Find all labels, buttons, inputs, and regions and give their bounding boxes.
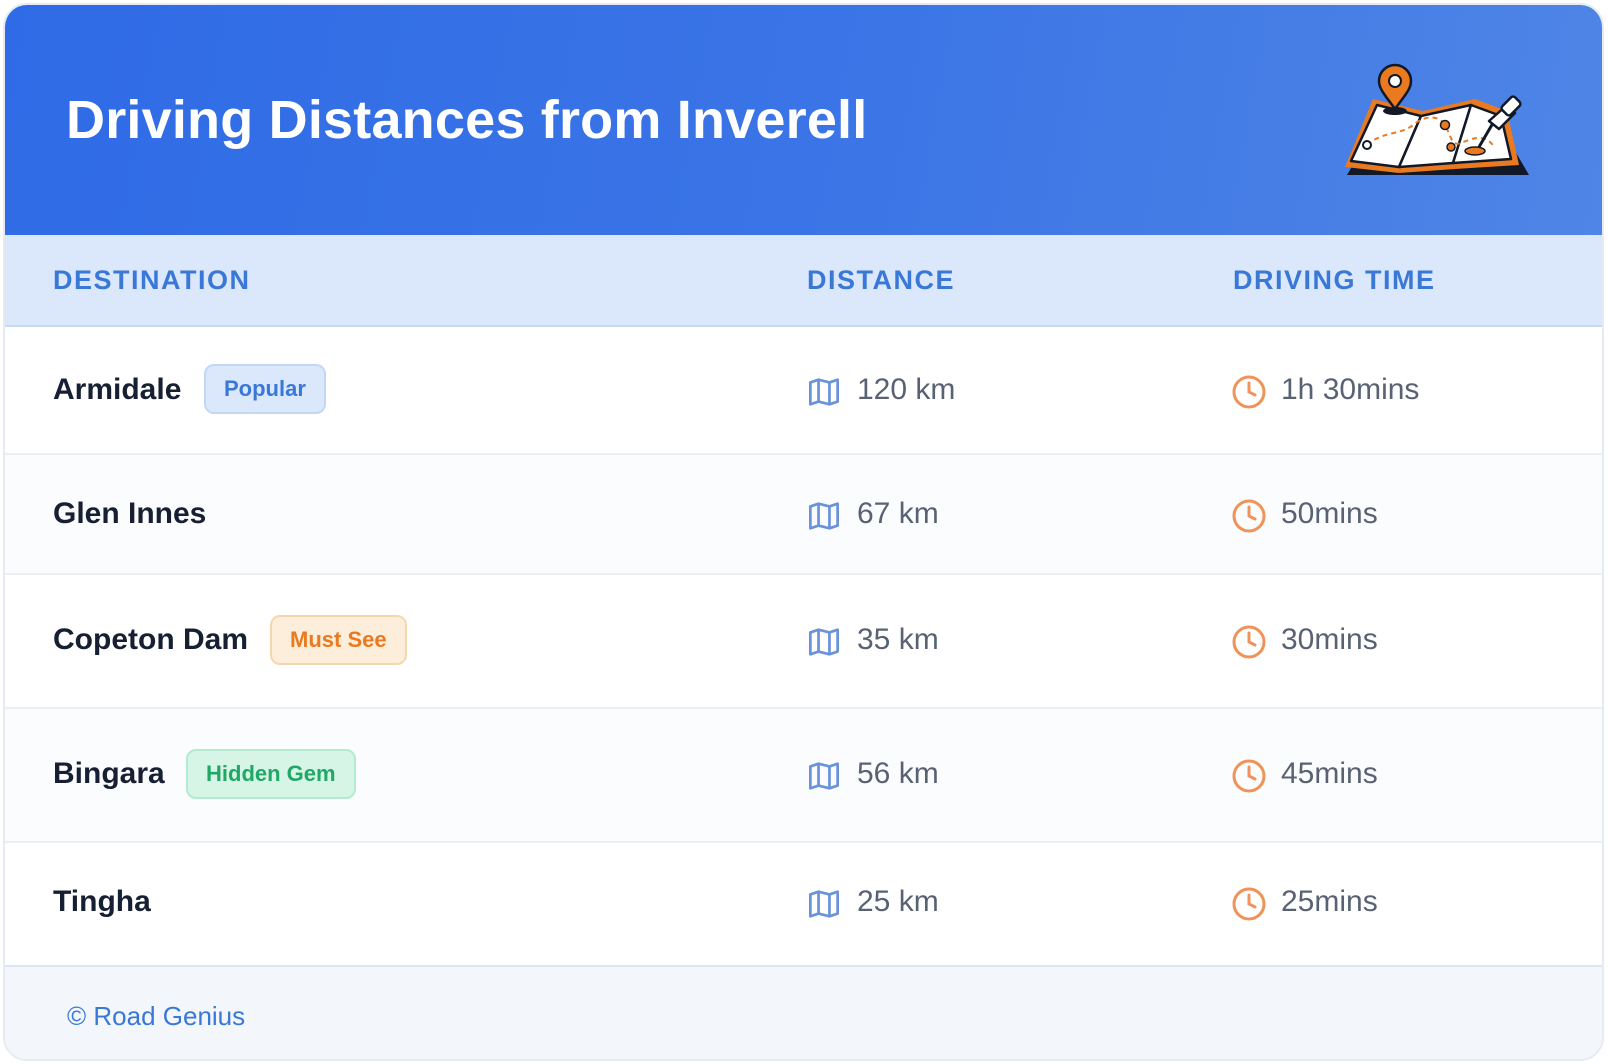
table-row: Copeton Dam Must See 35 km 30mins	[5, 575, 1602, 709]
map-icon	[809, 762, 839, 790]
hidden-gem-badge: Hidden Gem	[186, 749, 356, 799]
map-icon	[809, 628, 839, 656]
distance-value: 56 km	[857, 757, 939, 790]
copyright-text: © Road Genius	[67, 1001, 246, 1031]
distance-value: 35 km	[857, 623, 939, 656]
map-with-pins-icon	[1345, 63, 1529, 175]
card-footer: © Road Genius	[5, 965, 1602, 1059]
column-header-destination: DESTINATION	[53, 265, 251, 295]
driving-time-value: 45mins	[1281, 757, 1378, 790]
clock-icon	[1232, 887, 1266, 921]
table-row: Bingara Hidden Gem 56 km 45mins	[5, 709, 1602, 843]
distance-value: 67 km	[857, 497, 939, 530]
clock-icon	[1232, 625, 1266, 659]
card-header: Driving Distances from Inverell	[5, 5, 1602, 235]
destination-name: Armidale	[53, 373, 182, 406]
column-header-distance: DISTANCE	[807, 265, 956, 295]
driving-time-value: 30mins	[1281, 623, 1378, 656]
destination-name: Copeton Dam	[53, 623, 248, 656]
table-row: Tingha 25 km 25mins	[5, 843, 1602, 965]
clock-icon	[1232, 375, 1266, 409]
page-title: Driving Distances from Inverell	[66, 90, 868, 150]
map-icon	[809, 890, 839, 918]
destination-name: Bingara	[53, 757, 165, 790]
clock-icon	[1232, 499, 1266, 533]
distance-value: 120 km	[857, 373, 956, 406]
driving-time-value: 25mins	[1281, 885, 1378, 918]
table-row: Glen Innes 67 km 50mins	[5, 455, 1602, 575]
table-header: DESTINATION DISTANCE DRIVING TIME	[5, 235, 1602, 327]
driving-time-value: 50mins	[1281, 497, 1378, 530]
map-icon	[809, 378, 839, 406]
popular-badge: Popular	[204, 364, 326, 414]
map-icon	[809, 502, 839, 530]
clock-icon	[1232, 759, 1266, 793]
distance-card: Driving Distances from Inverell DESTINAT…	[3, 3, 1604, 1061]
destination-name: Glen Innes	[53, 497, 207, 530]
distance-value: 25 km	[857, 885, 939, 918]
must-see-badge: Must See	[270, 615, 407, 665]
destination-name: Tingha	[53, 885, 151, 918]
column-header-driving-time: DRIVING TIME	[1233, 265, 1436, 295]
table-row: Armidale Popular 120 km 1h 30mins	[5, 327, 1602, 455]
driving-time-value: 1h 30mins	[1281, 373, 1420, 406]
